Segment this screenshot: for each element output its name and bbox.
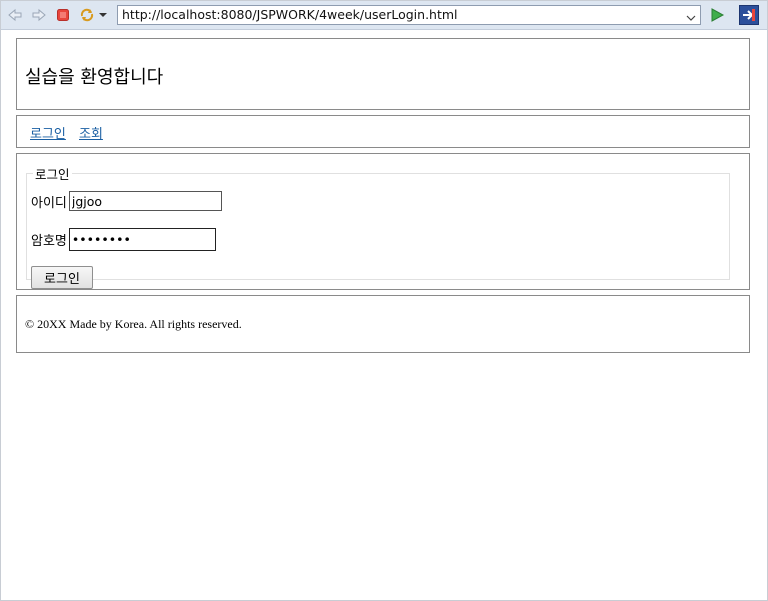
login-legend: 로그인 xyxy=(35,167,70,182)
id-row: 아이디 xyxy=(31,191,222,211)
url-input[interactable] xyxy=(118,6,682,24)
nav-link-search[interactable]: 조회 xyxy=(79,123,103,142)
nav-section: 로그인 조회 xyxy=(16,115,750,148)
login-fieldset: 로그인 아이디 암호명 로그인 xyxy=(26,164,730,289)
stop-icon[interactable] xyxy=(55,7,71,23)
footer-copyright: © 20XX Made by Korea. All rights reserve… xyxy=(25,317,242,331)
password-input[interactable] xyxy=(68,228,216,251)
url-dropdown-icon[interactable] xyxy=(685,9,697,21)
refresh-icon[interactable] xyxy=(79,7,95,23)
nav-link-login[interactable]: 로그인 xyxy=(30,123,66,142)
footer-section: © 20XX Made by Korea. All rights reserve… xyxy=(16,295,750,353)
id-label: 아이디 xyxy=(31,195,67,211)
browser-toolbar xyxy=(1,1,767,30)
address-bar[interactable] xyxy=(117,5,701,25)
password-row: 암호명 xyxy=(31,228,216,251)
go-icon[interactable] xyxy=(709,7,725,23)
main-section: 로그인 아이디 암호명 로그인 xyxy=(16,153,750,290)
forward-icon[interactable] xyxy=(31,7,47,23)
login-submit-button[interactable]: 로그인 xyxy=(31,266,93,289)
back-icon[interactable] xyxy=(7,7,23,23)
menu-dropdown-icon[interactable] xyxy=(97,7,109,23)
page-title: 실습을 환영합니다 xyxy=(25,67,164,88)
eclipse-icon[interactable] xyxy=(739,5,759,25)
password-label: 암호명 xyxy=(31,234,67,249)
id-input[interactable] xyxy=(68,191,222,211)
header-section: 실습을 환영합니다 xyxy=(16,38,750,110)
